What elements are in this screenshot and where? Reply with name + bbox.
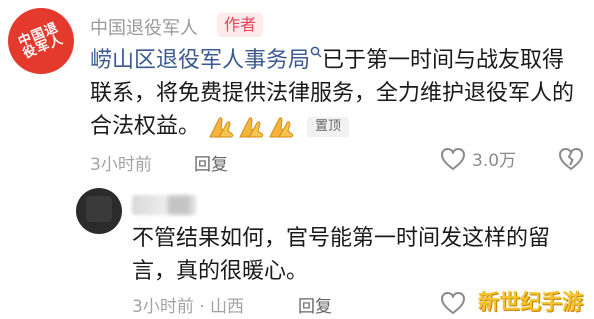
author-avatar[interactable]: 中国退役军人	[8, 8, 74, 74]
reply-time-location: 3小时前 · 山西	[132, 297, 245, 317]
reply-comment-text: 不管结果如何，官号能第一时间发这样的留言，真的很暖心。	[132, 226, 551, 284]
heart-icon[interactable]	[440, 291, 466, 315]
heart-icon	[440, 147, 466, 170]
search-icon	[310, 46, 322, 58]
folded-hands-emoji	[239, 117, 264, 138]
comment-text: 崂山区退役军人事务局 已于第一时间与战友取得联系，将免费提供法律服务，全力维护退役…	[90, 44, 586, 143]
reply-avatar[interactable]	[76, 188, 122, 234]
blurred-username-detail	[168, 196, 190, 214]
broken-heart-icon[interactable]	[558, 147, 584, 171]
mention-text: 崂山区退役军人事务局	[90, 48, 311, 73]
mention-link[interactable]: 崂山区退役军人事务局	[90, 46, 322, 73]
like-button[interactable]: 3.0万	[440, 146, 516, 171]
folded-hands-emoji	[269, 117, 294, 138]
comment-time: 3小时前	[90, 155, 152, 175]
avatar-logo-text: 中国退役军人	[16, 20, 66, 62]
reply-button[interactable]: 回复	[194, 150, 228, 175]
pinned-badge: 置顶	[307, 117, 350, 137]
reply-reply-button[interactable]: 回复	[298, 292, 332, 317]
folded-hands-emoji	[209, 117, 234, 138]
watermark-logo: 新世纪手游	[478, 290, 583, 314]
author-badge: 作者	[217, 13, 264, 37]
author-name[interactable]: 中国退役军人	[90, 14, 198, 40]
like-count: 3.0万	[472, 151, 517, 171]
